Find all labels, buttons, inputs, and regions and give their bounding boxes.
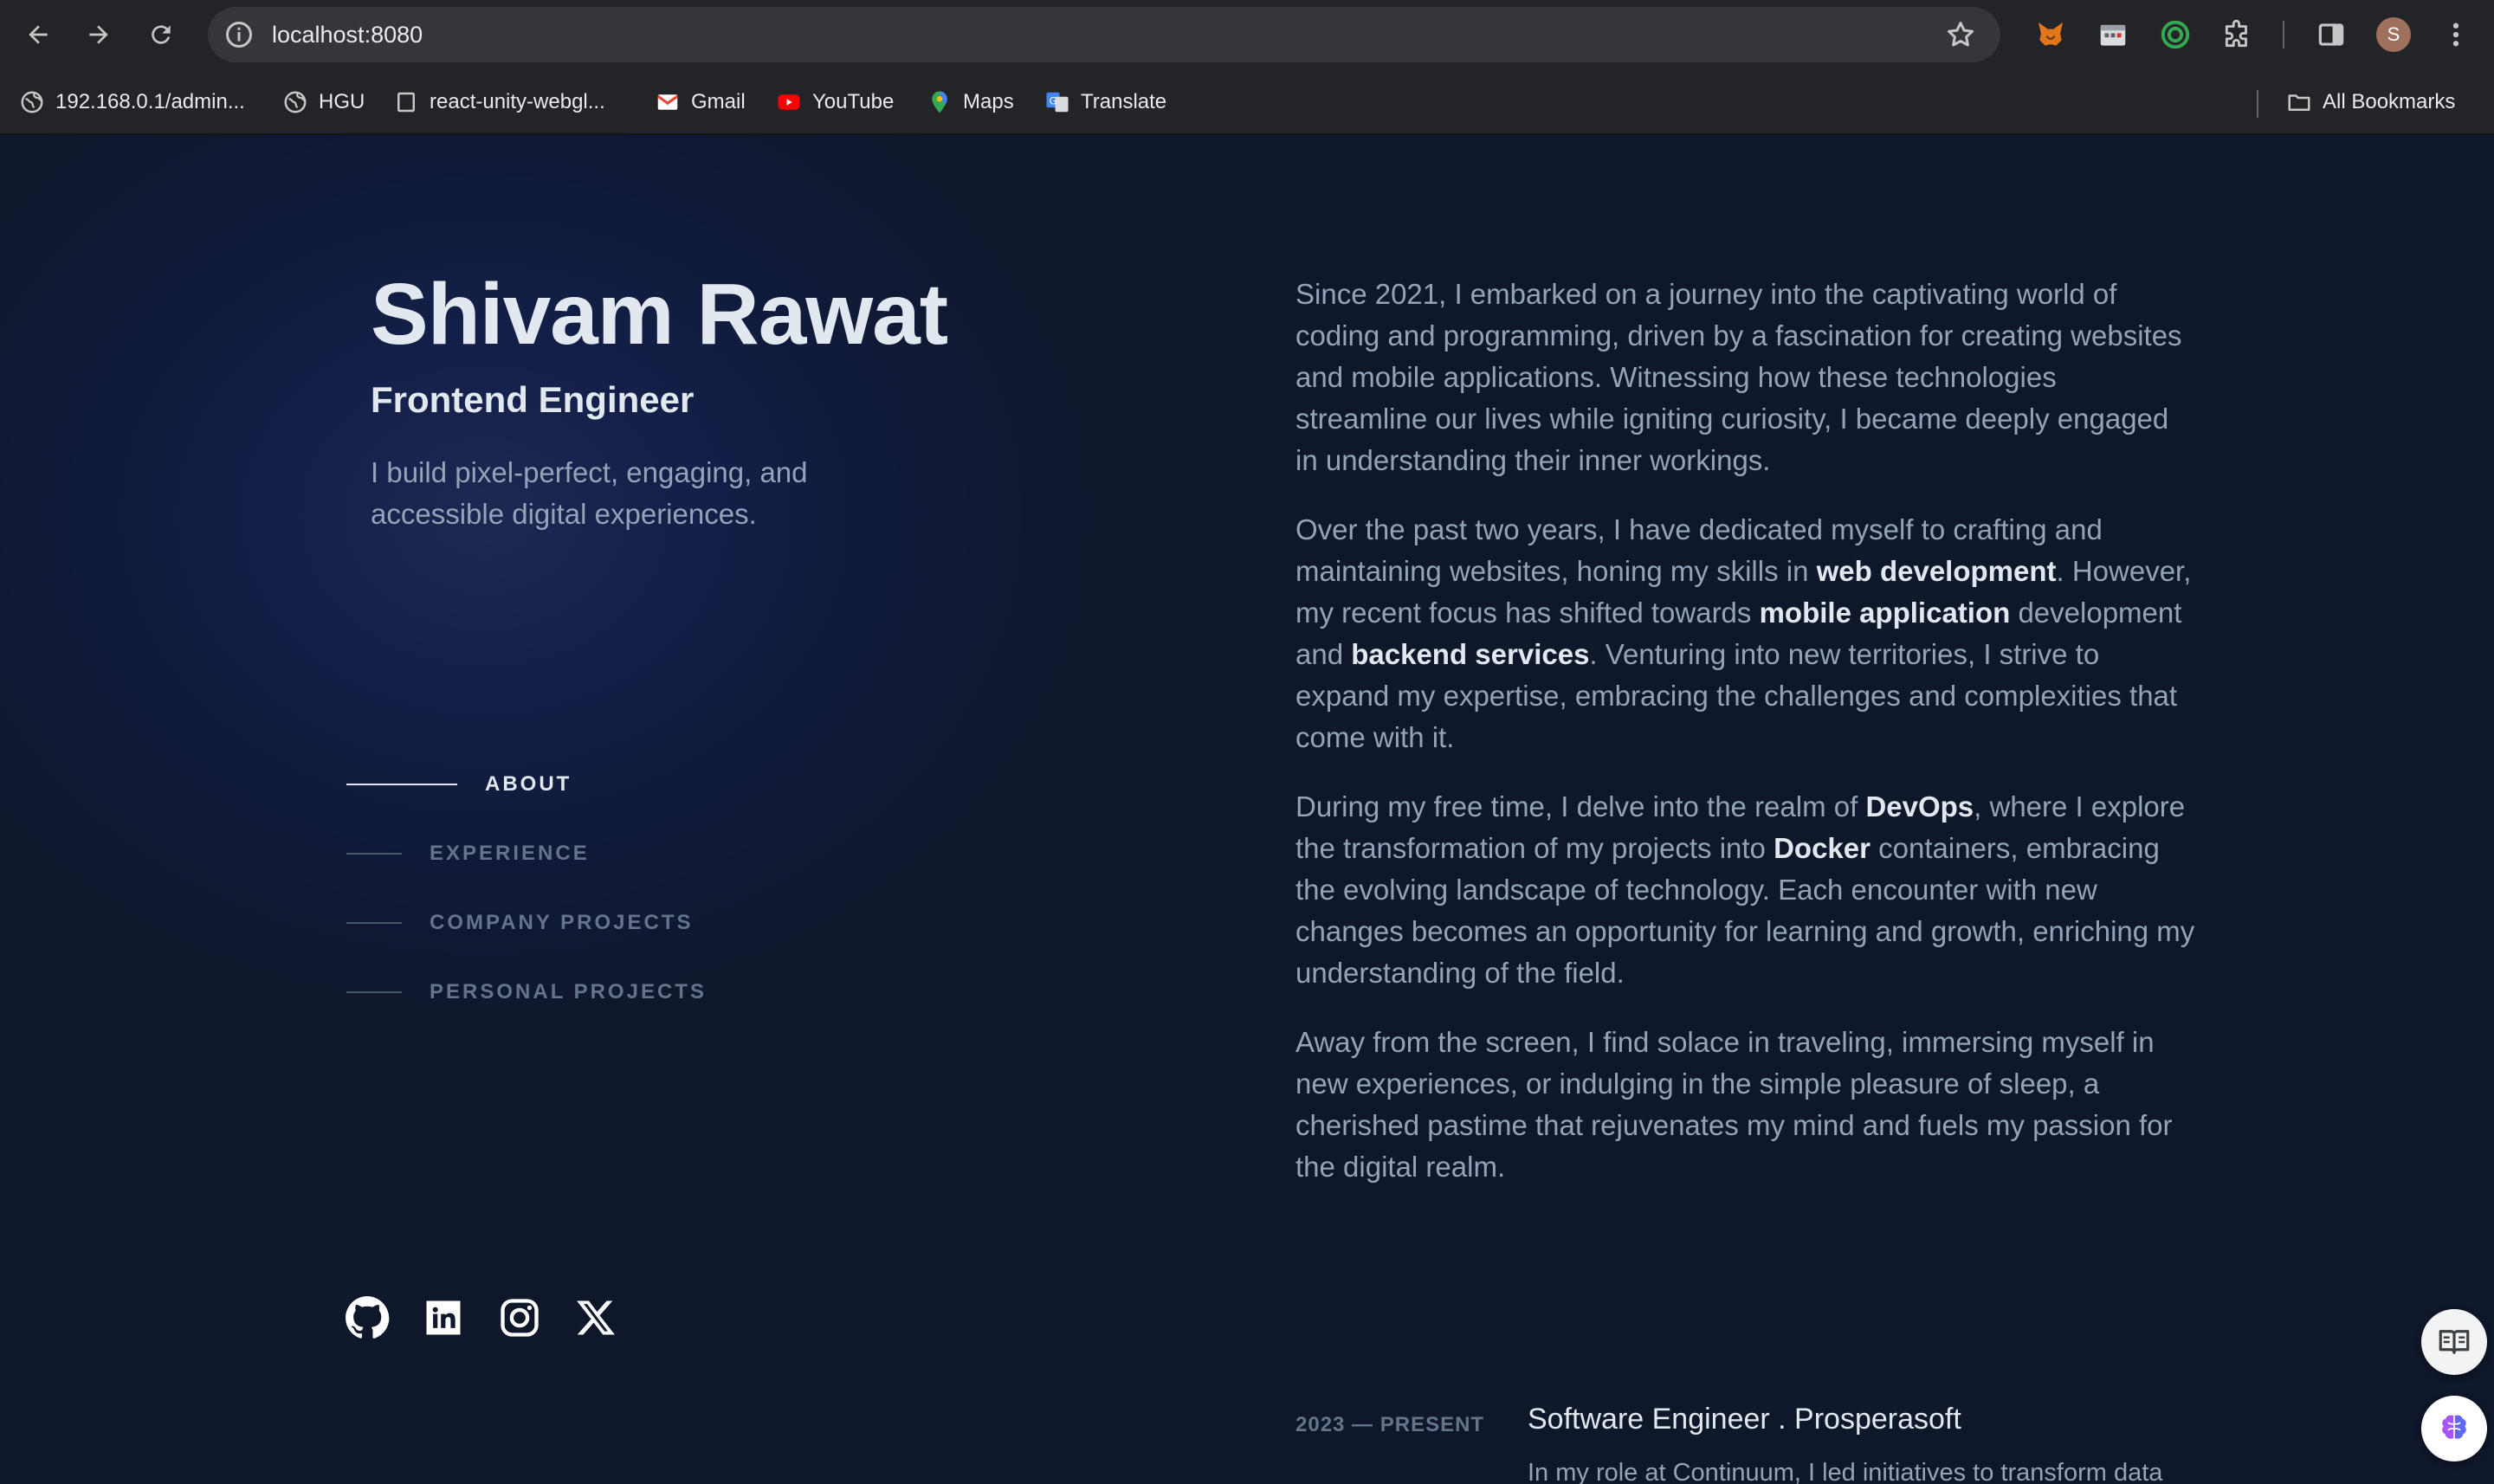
reload-icon <box>152 25 171 44</box>
target-icon <box>2161 20 2190 49</box>
browser-toolbar: localhost:8080 S <box>0 0 2494 69</box>
calendar-icon <box>2100 24 2126 46</box>
translate-icon: G <box>1044 89 1070 115</box>
bookmark-item[interactable]: HGU <box>282 85 365 119</box>
bookmark-label: YouTube <box>812 90 895 113</box>
nav-company-projects[interactable]: COMPANY PROJECTS <box>346 906 694 940</box>
about-highlight: DevOps <box>1865 790 1974 823</box>
nav-label: COMPANY PROJECTS <box>430 911 694 934</box>
nav-about[interactable]: ABOUT <box>346 767 572 802</box>
globe-icon <box>19 89 45 115</box>
instagram-icon <box>501 1299 539 1337</box>
bookmark-label: 192.168.0.1/admin... <box>55 90 245 113</box>
forward-button[interactable] <box>78 14 120 55</box>
all-bookmarks-button[interactable]: All Bookmarks <box>2286 85 2455 119</box>
arrow-right-icon <box>89 25 108 44</box>
globe-icon <box>282 89 308 115</box>
bookmark-label: react-unity-webgl... <box>430 90 605 113</box>
experience-title: Software Engineer . Prosperasoft <box>1528 1403 1961 1436</box>
linkedin-link[interactable] <box>419 1294 468 1342</box>
puzzle-icon <box>2225 19 2247 48</box>
maps-icon <box>927 89 953 115</box>
about-highlight: Docker <box>1774 832 1870 864</box>
about-highlight: web development <box>1816 555 2057 587</box>
hero-role: Frontend Engineer <box>371 379 695 420</box>
instagram-link[interactable] <box>495 1294 544 1342</box>
about-paragraph-1: Since 2021, I embarked on a journey into… <box>1295 278 2182 476</box>
bookmark-label: Maps <box>963 90 1014 113</box>
nav-label: ABOUT <box>485 772 572 796</box>
nav-indicator <box>346 922 402 924</box>
x-link[interactable] <box>572 1294 620 1342</box>
calendar-extension-button[interactable] <box>2096 17 2130 52</box>
youtube-icon <box>776 89 802 115</box>
portfolio-page: Shivam Rawat Frontend Engineer I build p… <box>0 135 2494 1484</box>
address-bar[interactable]: localhost:8080 <box>208 7 2000 62</box>
about-text: During my free time, I delve into the re… <box>1295 790 1866 823</box>
side-panel-icon <box>2318 23 2344 46</box>
kebab-menu-icon <box>2452 23 2459 47</box>
profile-avatar[interactable]: S <box>2376 17 2411 52</box>
nav-personal-projects[interactable]: PERSONAL PROJECTS <box>346 975 707 1010</box>
experience-date: 2023 — PRESENT <box>1295 1413 1485 1436</box>
folder-icon <box>2286 89 2312 115</box>
nav-experience[interactable]: EXPERIENCE <box>346 836 590 871</box>
page-icon <box>393 89 419 115</box>
reading-mode-button[interactable] <box>2421 1309 2487 1375</box>
side-panel-button[interactable] <box>2314 17 2349 52</box>
arrow-left-icon <box>29 25 48 44</box>
toolbar-separator <box>2283 21 2284 48</box>
browser-menu-button[interactable] <box>2439 17 2473 52</box>
bookmark-label: Gmail <box>691 90 746 113</box>
bookmarks-bar <box>0 69 2494 135</box>
metamask-extension-button[interactable] <box>2033 17 2068 52</box>
nav-indicator <box>346 784 457 785</box>
svg-text:G: G <box>1050 96 1057 107</box>
target-extension-button[interactable] <box>2158 17 2193 52</box>
x-icon <box>577 1300 615 1335</box>
bookmark-item[interactable]: 192.168.0.1/admin... <box>19 85 245 119</box>
github-link[interactable] <box>343 1294 391 1342</box>
hero-tagline: I build pixel-perfect, engaging, and acc… <box>371 456 808 530</box>
fox-icon <box>2038 22 2064 46</box>
github-icon <box>346 1296 390 1339</box>
social-links <box>343 1294 648 1342</box>
bookmarks-separator <box>2257 90 2258 118</box>
ai-assistant-button[interactable] <box>2421 1396 2487 1461</box>
bookmark-label: HGU <box>319 90 365 113</box>
nav-indicator <box>346 853 402 855</box>
gmail-icon <box>655 89 681 115</box>
nav-indicator <box>346 991 402 993</box>
url-text: localhost:8080 <box>272 22 423 48</box>
site-info-icon[interactable] <box>223 19 255 50</box>
reload-button[interactable] <box>140 14 182 55</box>
nav-label: PERSONAL PROJECTS <box>430 980 707 1003</box>
about-highlight: mobile application <box>1759 597 2011 629</box>
linkedin-icon <box>426 1300 461 1335</box>
extensions-button[interactable] <box>2220 17 2255 52</box>
all-bookmarks-label: All Bookmarks <box>2323 90 2456 113</box>
experience-description: In my role at Continuum, I led initiativ… <box>1528 1459 2163 1484</box>
back-button[interactable] <box>17 14 59 55</box>
bookmark-item[interactable]: Gmail <box>655 85 746 119</box>
about-paragraph-3: During my free time, I delve into the re… <box>1295 786 2196 994</box>
about-highlight: backend services <box>1351 638 1590 670</box>
about-paragraph-2: Over the past two years, I have dedicate… <box>1295 509 2196 758</box>
bookmark-label: Translate <box>1081 90 1167 113</box>
bookmark-item[interactable]: G Translate <box>1044 85 1166 119</box>
bookmark-item[interactable]: YouTube <box>776 85 894 119</box>
book-icon <box>2439 1330 2470 1354</box>
bookmark-star-icon[interactable] <box>1945 19 1976 50</box>
about-paragraph-4: Away from the screen, I find solace in t… <box>1295 1026 2173 1183</box>
nav-label: EXPERIENCE <box>430 842 590 865</box>
about-section: Since 2021, I embarked on a journey into… <box>1295 274 2196 1216</box>
brain-icon <box>2442 1415 2466 1439</box>
hero-name: Shivam Rawat <box>371 266 948 363</box>
bookmark-item[interactable]: Maps <box>927 85 1014 119</box>
bookmark-item[interactable]: react-unity-webgl... <box>393 85 605 119</box>
